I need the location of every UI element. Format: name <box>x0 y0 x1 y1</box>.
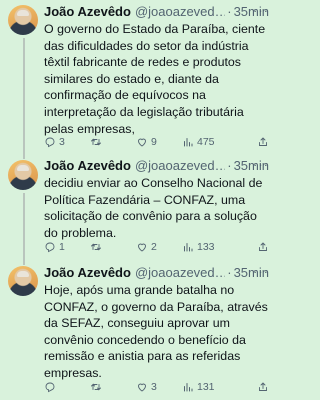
share-button[interactable] <box>257 381 269 393</box>
retweet-button[interactable] <box>90 136 136 148</box>
like-button[interactable]: 9 <box>136 136 182 148</box>
tweet-text: decidiu enviar ao Conselho Nacional de P… <box>44 176 263 240</box>
views-button[interactable]: 133 <box>182 241 238 253</box>
tweet-text: O governo do Estado da Paraíba, ciente d… <box>44 22 266 136</box>
heart-icon <box>138 383 146 392</box>
retweet-icon <box>91 383 101 391</box>
tweet[interactable]: João Azevêdo @joaoazeved… · 35min ··· Ho… <box>0 262 277 400</box>
share-button[interactable] <box>257 136 269 148</box>
author-handle[interactable]: @joaoazeved… <box>135 4 225 20</box>
thread-line <box>23 193 25 262</box>
tweet[interactable]: João Azevêdo @joaoazeved… · 35min ··· de… <box>0 155 277 262</box>
views-icon <box>184 383 193 392</box>
more-icon[interactable]: ··· <box>253 4 269 18</box>
tweet-actions: 3 9 475 <box>44 134 269 150</box>
share-button[interactable] <box>257 241 269 253</box>
reply-button[interactable]: 3 <box>44 136 90 148</box>
more-icon[interactable]: ··· <box>253 158 269 172</box>
author-name[interactable]: João Azevêdo <box>44 4 131 20</box>
share-icon <box>259 137 267 146</box>
views-button[interactable]: 131 <box>182 381 238 393</box>
retweet-button[interactable] <box>90 241 136 253</box>
tweet[interactable]: João Azevêdo @joaoazeved… · 35min ··· O … <box>0 0 277 155</box>
like-button[interactable]: 2 <box>136 241 182 253</box>
reply-icon <box>45 137 55 148</box>
like-count: 9 <box>151 136 157 148</box>
reply-count: 3 <box>59 136 65 148</box>
retweet-icon <box>91 243 101 251</box>
separator-dot: · <box>227 158 232 173</box>
retweet-button[interactable] <box>90 381 136 393</box>
reply-button[interactable] <box>44 381 90 393</box>
like-count: 3 <box>151 381 157 393</box>
views-icon <box>184 138 193 147</box>
reply-button[interactable]: 1 <box>44 241 90 253</box>
author-handle[interactable]: @joaoazeved… <box>135 158 225 174</box>
tweet-text: Hoje, após uma grande batalha no CONFAZ,… <box>44 283 268 380</box>
tweet-actions: 3 131 <box>44 379 269 395</box>
like-count: 2 <box>151 241 157 253</box>
author-name[interactable]: João Azevêdo <box>44 265 131 281</box>
share-icon <box>259 242 267 251</box>
tweet-header: João Azevêdo @joaoazeved… · 35min <box>44 158 269 174</box>
views-icon <box>184 243 193 252</box>
thread-line <box>23 155 25 159</box>
retweet-icon <box>91 138 101 146</box>
author-name[interactable]: João Azevêdo <box>44 158 131 174</box>
view-count: 133 <box>197 241 215 253</box>
view-count: 475 <box>197 136 215 148</box>
separator-dot: · <box>227 265 232 280</box>
author-handle[interactable]: @joaoazeved… <box>135 265 225 281</box>
avatar[interactable] <box>8 5 38 35</box>
tweet-header: João Azevêdo @joaoazeved… · 35min <box>44 4 269 20</box>
view-count: 131 <box>197 381 215 393</box>
thread-line <box>23 262 25 265</box>
reply-count: 1 <box>59 241 65 253</box>
avatar[interactable] <box>8 266 38 296</box>
reply-icon <box>45 382 55 393</box>
more-icon[interactable]: ··· <box>253 265 269 279</box>
separator-dot: · <box>227 4 232 19</box>
share-icon <box>259 382 267 391</box>
like-button[interactable]: 3 <box>136 381 182 393</box>
heart-icon <box>138 243 146 252</box>
heart-icon <box>138 138 146 147</box>
reply-icon <box>45 242 55 253</box>
avatar[interactable] <box>8 160 38 190</box>
views-button[interactable]: 475 <box>182 136 238 148</box>
tweet-header: João Azevêdo @joaoazeved… · 35min <box>44 265 269 281</box>
thread-line <box>23 38 25 155</box>
tweet-thread: João Azevêdo @joaoazeved… · 35min ··· O … <box>0 0 277 400</box>
tweet-actions: 1 2 133 <box>44 239 269 255</box>
